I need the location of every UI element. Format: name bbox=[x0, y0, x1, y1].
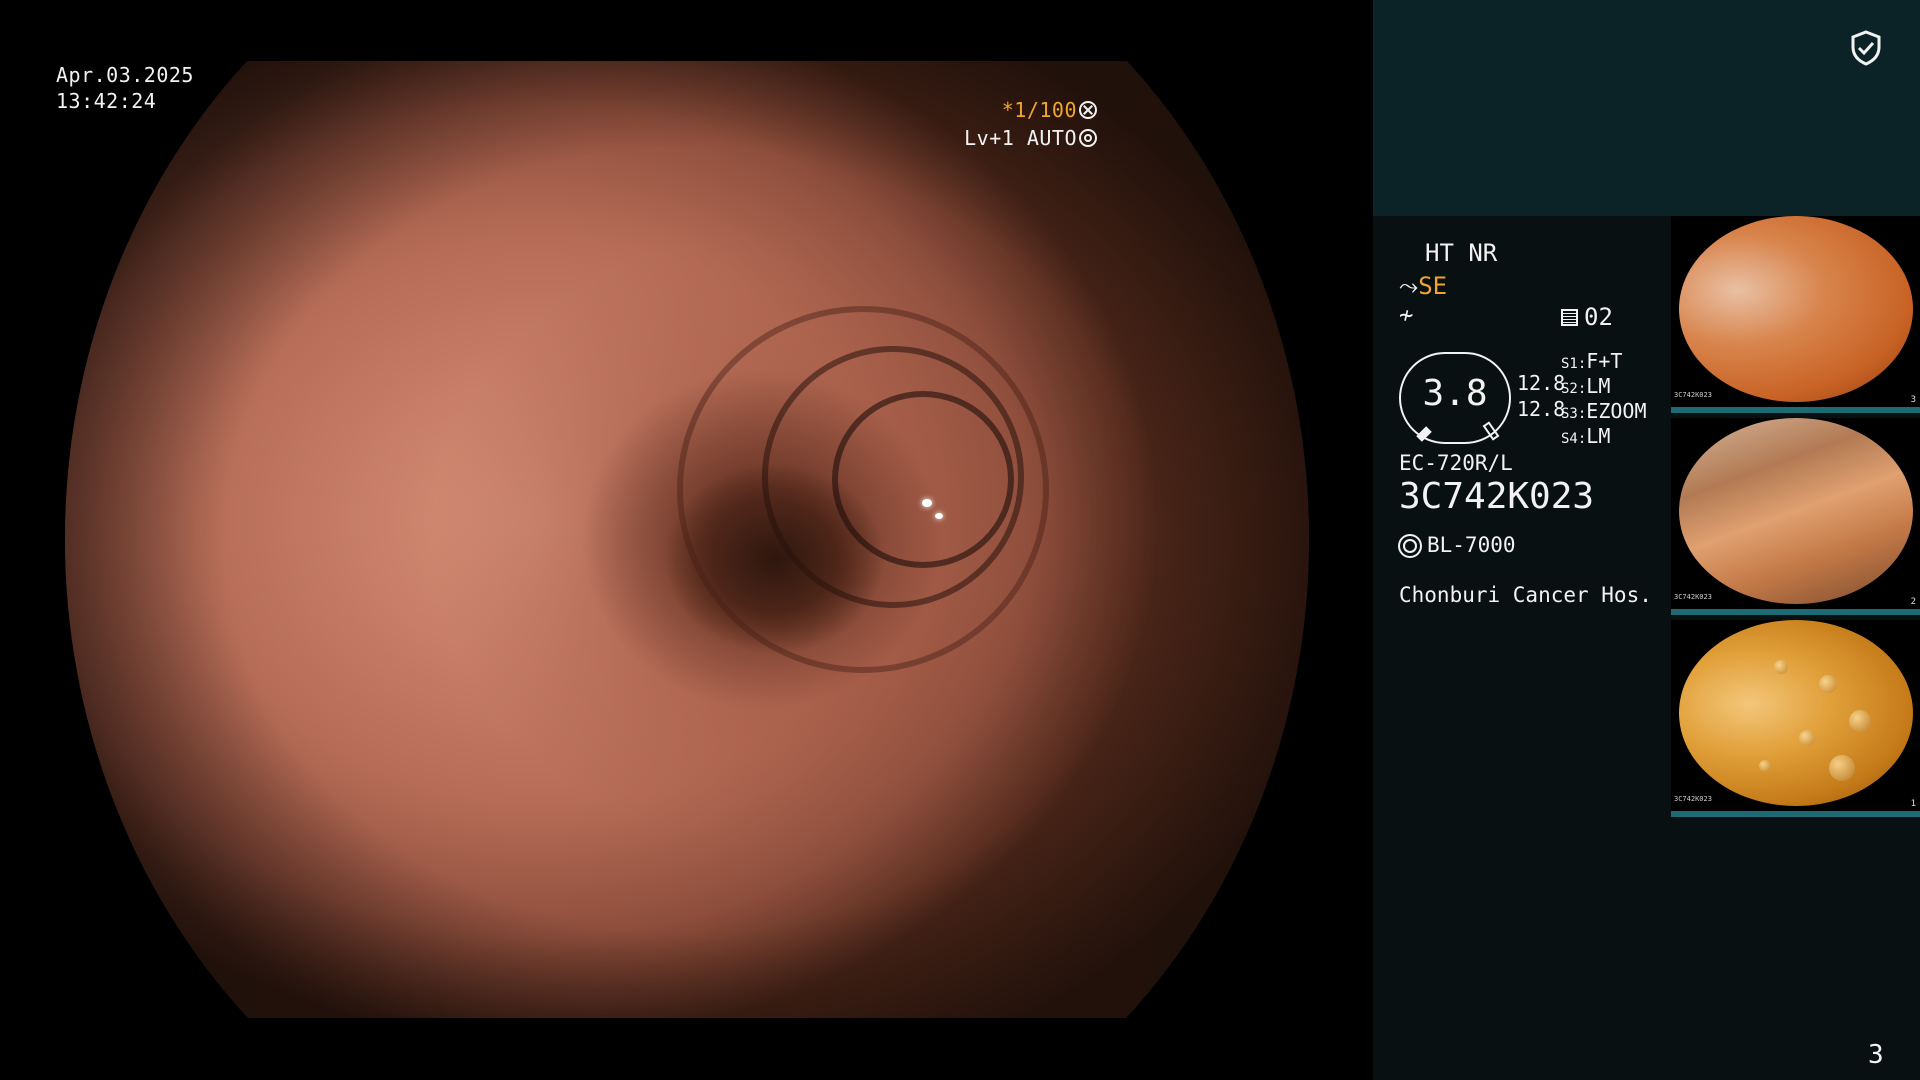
memory-slot: 02 bbox=[1561, 304, 1613, 330]
memory-value: 02 bbox=[1584, 303, 1613, 331]
thumbnail-serial: 3C742K023 bbox=[1674, 593, 1712, 601]
shutter-speed: *1/100 bbox=[1002, 97, 1097, 123]
thumbnail-serial: 3C742K023 bbox=[1674, 795, 1712, 803]
se-label: SE bbox=[1418, 272, 1448, 300]
time-text: 13:42:24 bbox=[56, 89, 157, 113]
thumbnail-image bbox=[1679, 216, 1913, 402]
gauge-value: 3.8 bbox=[1422, 373, 1488, 414]
switch-key: S2 bbox=[1561, 381, 1578, 397]
captured-image-thumbnail[interactable]: 3C742K023 1 bbox=[1671, 620, 1920, 817]
switch-key: S3 bbox=[1561, 406, 1578, 422]
scope-serial: 3C742K023 bbox=[1399, 476, 1595, 517]
lumen-fold bbox=[832, 391, 1014, 568]
switch-key: S1 bbox=[1561, 356, 1578, 372]
info-panel: HT NR ⤳SE ≁ 02 3.8 12.8 12.8 S1:F+T S2:L… bbox=[1373, 0, 1920, 1080]
light-reflection bbox=[935, 513, 943, 519]
switch-4: S4:LM bbox=[1561, 424, 1611, 448]
scope-model: EC-720R/L bbox=[1399, 451, 1513, 475]
thumbnail-image bbox=[1679, 418, 1913, 604]
shield-check-icon bbox=[1851, 30, 1881, 66]
gauge-needle-icon bbox=[1416, 426, 1432, 442]
panel-header bbox=[1373, 0, 1920, 216]
level-text: Lv+1 AUTO bbox=[964, 126, 1077, 150]
shutter-text: *1/100 bbox=[1001, 98, 1077, 122]
thumbnail-serial: 3C742K023 bbox=[1674, 391, 1712, 399]
thumbnail-index: 1 bbox=[1910, 799, 1916, 809]
memory-icon bbox=[1561, 309, 1578, 326]
captured-image-thumbnail[interactable]: 3C742K023 3 bbox=[1671, 216, 1920, 413]
light-source: BL-7000 bbox=[1399, 532, 1516, 558]
ht-nr-label: HT NR bbox=[1425, 239, 1498, 267]
gauge-line-2: 12.8 bbox=[1517, 397, 1566, 421]
scope-icon: ⤳ bbox=[1399, 272, 1419, 300]
structure-enhancement: ⤳SE bbox=[1399, 273, 1447, 299]
switch-key: S4 bbox=[1561, 431, 1578, 447]
light-source-icon bbox=[1403, 539, 1417, 553]
page-number: 3 bbox=[1868, 1040, 1884, 1070]
thumbnail-index: 2 bbox=[1910, 597, 1916, 607]
thumbnail-image bbox=[1679, 620, 1913, 806]
switch-value: F+T bbox=[1586, 349, 1623, 373]
lumen-fold bbox=[677, 306, 1049, 673]
light-reflection bbox=[922, 499, 932, 507]
hospital-name: Chonburi Cancer Hos. bbox=[1399, 583, 1652, 607]
lumen-fold bbox=[762, 346, 1024, 608]
gauge-needle-icon bbox=[1482, 421, 1500, 441]
captured-image-thumbnail[interactable]: 3C742K023 2 bbox=[1671, 418, 1920, 615]
endoscopic-image bbox=[65, 61, 1309, 1018]
light-source-text: BL-7000 bbox=[1427, 533, 1516, 557]
endoscope-live-view: Apr.03.2025 13:42:24 *1/100 Lv+1 AUTO bbox=[0, 0, 1373, 1080]
thumbnail-index: 3 bbox=[1910, 395, 1916, 405]
shutter-icon bbox=[1079, 101, 1097, 119]
iris-icon bbox=[1079, 129, 1097, 147]
iris-level: Lv+1 AUTO bbox=[964, 125, 1097, 151]
switch-value: EZOOM bbox=[1586, 399, 1647, 423]
switch-value: LM bbox=[1586, 424, 1611, 448]
switch-value: LM bbox=[1586, 374, 1611, 398]
date-time: Apr.03.2025 13:42:24 bbox=[56, 62, 194, 114]
gauge-line-1: 12.8 bbox=[1517, 371, 1566, 395]
filter-icon: ≁ bbox=[1399, 301, 1414, 329]
date-text: Apr.03.2025 bbox=[56, 63, 194, 87]
zoom-gauge: 3.8 bbox=[1399, 352, 1511, 444]
